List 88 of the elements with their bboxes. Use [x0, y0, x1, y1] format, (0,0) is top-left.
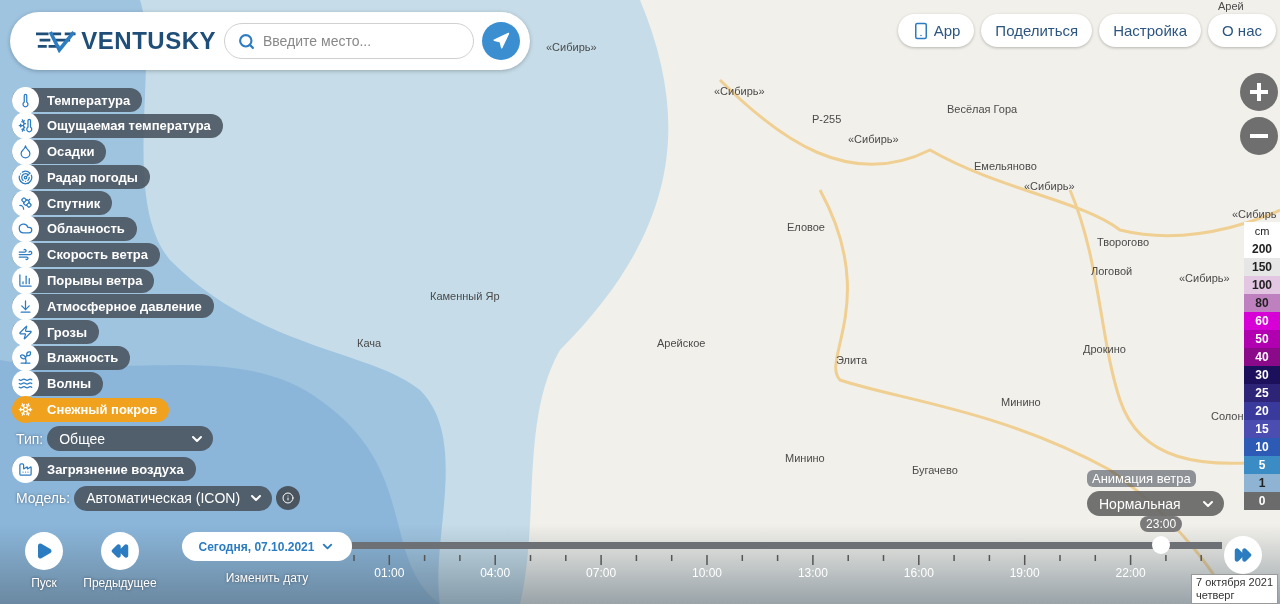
map-place-label: Элита [836, 354, 868, 366]
hour-label: 22:00 [1115, 566, 1146, 580]
date-select[interactable]: Сегодня, 07.10.2021 [182, 532, 352, 561]
map-place-label: Каменный Яр [430, 290, 500, 302]
legend-item: 80 [1244, 294, 1280, 312]
layer-button[interactable]: Температура [12, 88, 143, 112]
play-label: Пуск [31, 576, 57, 590]
time-tooltip: 23:00 [1140, 516, 1183, 532]
rewind-icon [111, 542, 129, 560]
change-date-label: Изменить дату [225, 571, 309, 585]
legend-item: 150 [1244, 258, 1280, 276]
wind-animation-label: Анимация ветра [1087, 470, 1196, 487]
legend-item: 25 [1244, 384, 1280, 402]
fast-forward-icon [1234, 546, 1252, 564]
map-place-label: Кача [357, 337, 382, 349]
map-place-label: Арейское [657, 337, 706, 349]
info-icon [282, 490, 295, 507]
map-place-label: «Сибирь» [1179, 272, 1230, 284]
legend-item: 60 [1244, 312, 1280, 330]
wind-animation-select[interactable]: Нормальная [1087, 491, 1224, 516]
model-label: Модель: [16, 490, 71, 507]
legend-item: 10 [1244, 438, 1280, 456]
layer-button[interactable]: Загрязнение воздуха [12, 457, 196, 482]
legend-item: 40 [1244, 348, 1280, 366]
map-place-label: «Сибирь» [848, 133, 899, 145]
map-place-label: Бугачево [912, 464, 958, 476]
map-place-label: Дрокино [1083, 343, 1126, 355]
legend-item: 0 [1244, 492, 1280, 510]
search-icon [238, 33, 255, 50]
type-label: Тип: [16, 430, 44, 447]
layer-button[interactable]: Спутник [12, 191, 113, 216]
map-place-label: Минино [785, 452, 825, 464]
logo-icon [36, 29, 78, 53]
map-place-label: Творогово [1097, 236, 1150, 248]
hour-label: 01:00 [374, 566, 405, 580]
layer-button[interactable]: Ощущаемая температура [12, 113, 223, 138]
type-select[interactable]: Общее [47, 426, 214, 452]
locate-button[interactable] [482, 22, 520, 60]
weekday-text: четверг [1196, 589, 1236, 602]
map-place-label: Солон [1211, 410, 1244, 422]
legend-item: 50 [1244, 330, 1280, 348]
layer-button[interactable]: Влажность [12, 345, 131, 370]
legend-item: 100 [1244, 276, 1280, 294]
legend-item: 15 [1244, 420, 1280, 438]
map-place-label: Логовой [1091, 265, 1133, 277]
map-place-label: Весёлая Гора [947, 103, 1018, 115]
map-place-label: «Сибирь» [546, 41, 597, 53]
hour-label: 13:00 [797, 566, 828, 580]
map-place-label: «Сибирь [1232, 208, 1277, 220]
logo-text: VENTUSKY [81, 27, 216, 55]
hour-label: 16:00 [903, 566, 934, 580]
hour-label: 04:00 [480, 566, 511, 580]
layer-button[interactable]: Порывы ветра [12, 268, 155, 293]
nav-button[interactable]: Настройка [1099, 14, 1202, 47]
play-icon [35, 542, 53, 560]
layer-button[interactable]: Осадки [12, 139, 107, 164]
plus-icon [1250, 83, 1268, 101]
map-place-label: Арей [1218, 0, 1244, 12]
map-place-label: «Сибирь» [1024, 180, 1075, 192]
nav-button[interactable]: О нас [1208, 14, 1276, 47]
legend-item: 30 [1244, 366, 1280, 384]
date-text: 7 октября 2021 [1196, 576, 1273, 589]
layer-button[interactable]: Скорость ветра [12, 242, 160, 267]
legend-item: 20 [1244, 402, 1280, 420]
layer-button[interactable]: Радар погоды [12, 165, 150, 190]
nav-button[interactable]: Поделиться [981, 14, 1093, 47]
map-place-label: «Сибирь» [714, 85, 765, 97]
layer-button[interactable]: Волны [12, 371, 104, 396]
legend-item: 1 [1244, 474, 1280, 492]
hour-label: 07:00 [586, 566, 617, 580]
model-select[interactable]: Автоматическая (ICON) [74, 485, 273, 511]
layer-button[interactable]: Облачность [12, 217, 137, 241]
minus-icon [1250, 134, 1268, 138]
layer-button[interactable]: Грозы [12, 320, 100, 345]
map-place-label: Еловое [787, 221, 825, 233]
map-place-label: Емельяново [974, 160, 1037, 172]
legend-item: 5 [1244, 456, 1280, 474]
previous-label: Предыдущее [83, 576, 157, 590]
legend-unit: cm [1244, 222, 1280, 240]
layer-button[interactable]: Атмосферное давление [12, 294, 214, 319]
map-place-label: Минино [1001, 396, 1041, 408]
map-place-label: Р-255 [812, 113, 842, 125]
navigation-arrow-icon [492, 32, 510, 50]
hour-label: 10:00 [692, 566, 722, 580]
hour-label: 19:00 [1009, 566, 1040, 580]
timeline-track[interactable] [352, 536, 1222, 554]
search-field[interactable]: Введите место... [224, 23, 474, 59]
legend-item: 200 [1244, 240, 1280, 258]
